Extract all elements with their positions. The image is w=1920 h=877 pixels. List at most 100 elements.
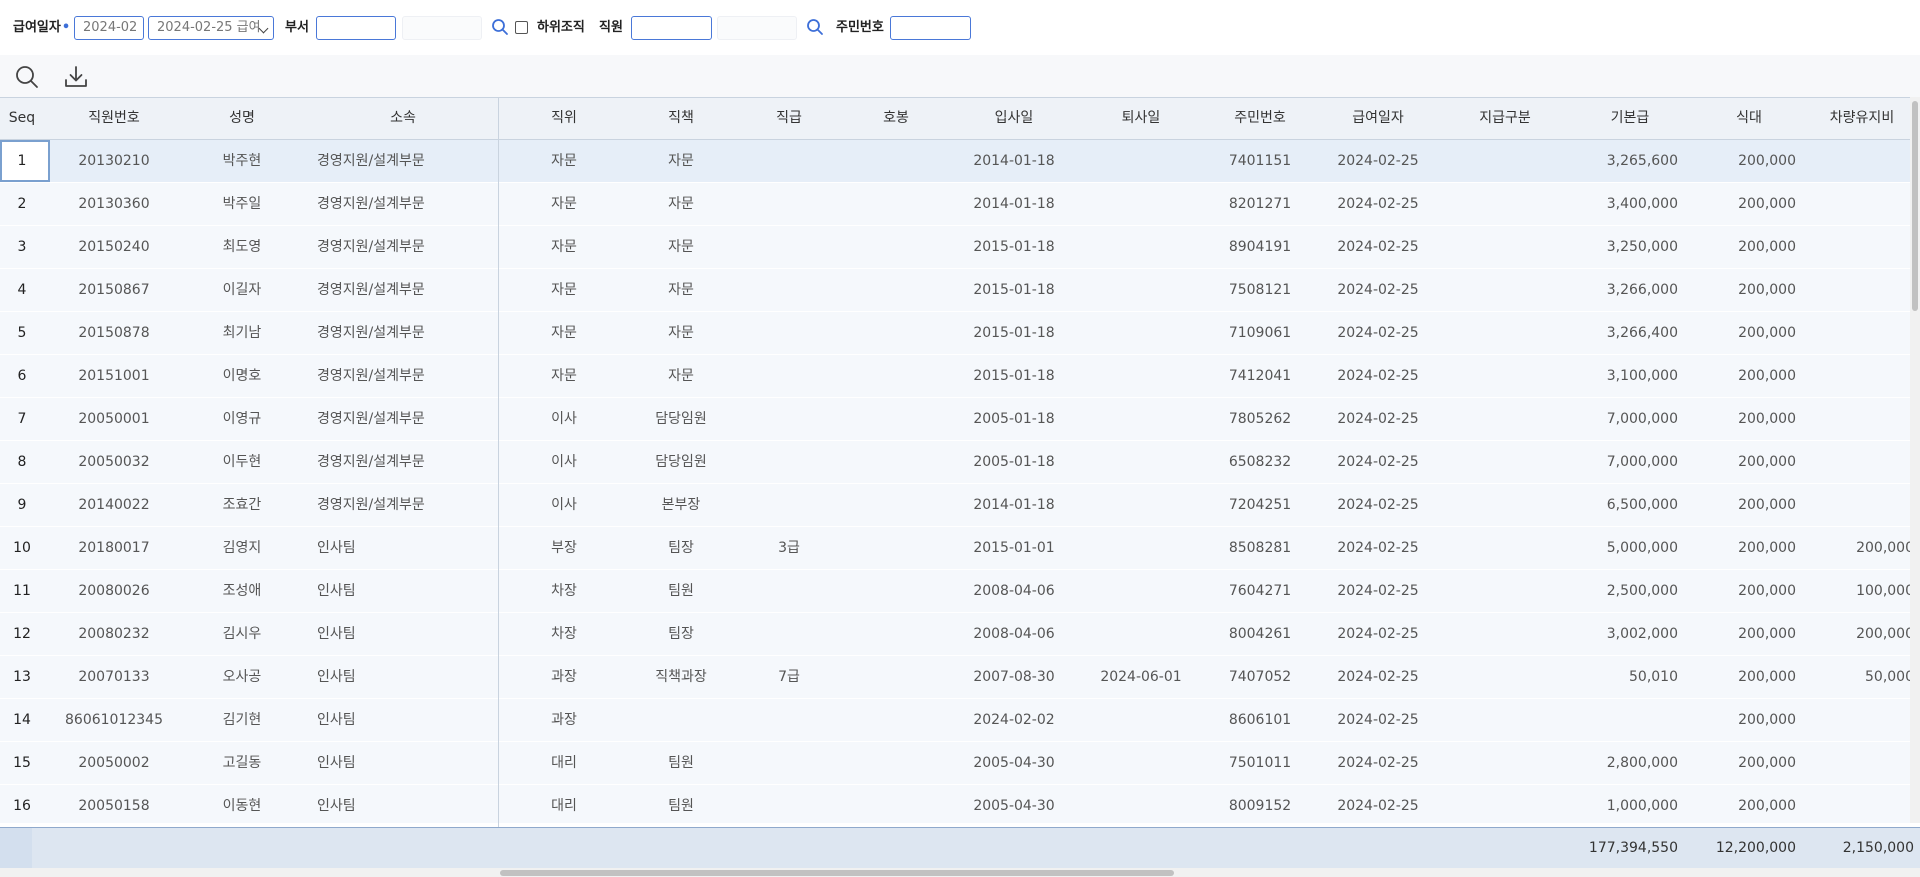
cell-name[interactable]: 이길자 <box>184 269 300 311</box>
cell-car[interactable]: 200,000 <box>1804 613 1914 655</box>
cell-hire-date[interactable]: 2005-04-30 <box>954 785 1074 823</box>
table-row[interactable]: 12 20080232 김시우 인사팀 차장 팀장 2008-04-06 8004261 202… <box>0 613 1920 656</box>
cell-step[interactable] <box>838 785 954 823</box>
cell-car[interactable] <box>1804 699 1914 741</box>
cell-grade[interactable] <box>740 441 838 483</box>
cell-position[interactable]: 이사 <box>506 398 622 440</box>
cell-duty[interactable]: 자문 <box>622 183 740 225</box>
vertical-scrollbar[interactable] <box>1910 97 1920 823</box>
table-row[interactable]: 9 20140022 조효간 경영지원/설계부문 이사 본부장 2014-01-18 7204… <box>0 484 1920 527</box>
cell-hire-date[interactable]: 2008-04-06 <box>954 613 1074 655</box>
col-header-car[interactable]: 차량유지비 <box>1804 98 1920 139</box>
cell-seq[interactable]: 13 <box>0 656 44 698</box>
cell-meal[interactable]: 200,000 <box>1694 269 1796 311</box>
cell-meal[interactable]: 200,000 <box>1694 699 1796 741</box>
col-header-hire-date[interactable]: 입사일 <box>954 98 1074 139</box>
cell-base-pay[interactable]: 3,002,000 <box>1566 613 1678 655</box>
cell-meal[interactable]: 200,000 <box>1694 355 1796 397</box>
cell-pay-date[interactable]: 2024-02-25 <box>1312 312 1444 354</box>
cell-dept[interactable]: 인사팀 <box>317 613 502 655</box>
cell-position[interactable]: 이사 <box>506 484 622 526</box>
cell-duty[interactable]: 자문 <box>622 140 740 182</box>
cell-pay-type[interactable] <box>1444 269 1566 311</box>
cell-dept[interactable]: 인사팀 <box>317 570 502 612</box>
cell-step[interactable] <box>838 527 954 569</box>
cell-duty[interactable]: 본부장 <box>622 484 740 526</box>
cell-grade[interactable] <box>740 398 838 440</box>
cell-pay-date[interactable]: 2024-02-25 <box>1312 269 1444 311</box>
col-header-resident-no[interactable]: 주민번호 <box>1208 98 1312 139</box>
cell-leave-date[interactable] <box>1074 140 1208 182</box>
cell-resident-no[interactable]: 8201271 <box>1208 183 1312 225</box>
cell-pay-date[interactable]: 2024-02-25 <box>1312 398 1444 440</box>
cell-meal[interactable]: 200,000 <box>1694 484 1796 526</box>
cell-dept[interactable]: 경영지원/설계부문 <box>317 226 502 268</box>
table-row[interactable]: 14 86061012345 김기현 인사팀 과장 2024-02-02 8606101 20… <box>0 699 1920 742</box>
cell-seq[interactable]: 10 <box>0 527 44 569</box>
cell-dept[interactable]: 경영지원/설계부문 <box>317 484 502 526</box>
cell-position[interactable]: 차장 <box>506 613 622 655</box>
cell-duty[interactable]: 자문 <box>622 355 740 397</box>
cell-leave-date[interactable] <box>1074 484 1208 526</box>
cell-base-pay[interactable]: 3,250,000 <box>1566 226 1678 268</box>
employee-code-input[interactable] <box>631 16 712 40</box>
cell-name[interactable]: 이두현 <box>184 441 300 483</box>
cell-dept[interactable]: 인사팀 <box>317 656 502 698</box>
cell-pay-date[interactable]: 2024-02-25 <box>1312 527 1444 569</box>
cell-name[interactable]: 이동현 <box>184 785 300 823</box>
cell-dept[interactable]: 경영지원/설계부문 <box>317 269 502 311</box>
cell-seq[interactable]: 15 <box>0 742 44 784</box>
cell-pay-date[interactable]: 2024-02-25 <box>1312 484 1444 526</box>
cell-emp-no[interactable]: 20050032 <box>44 441 184 483</box>
pay-date-select[interactable]: 2024-02-25 급여 <box>148 16 274 40</box>
cell-meal[interactable]: 200,000 <box>1694 183 1796 225</box>
cell-meal[interactable]: 200,000 <box>1694 527 1796 569</box>
cell-resident-no[interactable]: 7204251 <box>1208 484 1312 526</box>
cell-resident-no[interactable]: 8606101 <box>1208 699 1312 741</box>
search-icon[interactable] <box>14 64 40 90</box>
cell-base-pay[interactable]: 3,400,000 <box>1566 183 1678 225</box>
cell-name[interactable]: 박주현 <box>184 140 300 182</box>
cell-pay-type[interactable] <box>1444 226 1566 268</box>
cell-emp-no[interactable]: 20150878 <box>44 312 184 354</box>
cell-dept[interactable]: 경영지원/설계부문 <box>317 183 502 225</box>
cell-grade[interactable] <box>740 699 838 741</box>
cell-pay-type[interactable] <box>1444 527 1566 569</box>
cell-resident-no[interactable]: 7805262 <box>1208 398 1312 440</box>
dept-search-icon[interactable] <box>491 18 509 36</box>
cell-grade[interactable] <box>740 785 838 823</box>
cell-seq[interactable]: 8 <box>0 441 44 483</box>
cell-emp-no[interactable]: 20130360 <box>44 183 184 225</box>
cell-pay-type[interactable] <box>1444 140 1566 182</box>
table-row[interactable]: 1 20130210 박주현 경영지원/설계부문 자문 자문 2014-01-18 74011… <box>0 140 1920 183</box>
horizontal-scrollbar-thumb[interactable] <box>500 870 1174 876</box>
table-row[interactable]: 6 20151001 이명호 경영지원/설계부문 자문 자문 2015-01-18 74120… <box>0 355 1920 398</box>
cell-car[interactable] <box>1804 785 1914 823</box>
cell-duty[interactable]: 팀원 <box>622 785 740 823</box>
cell-name[interactable]: 김기현 <box>184 699 300 741</box>
cell-step[interactable] <box>838 656 954 698</box>
cell-dept[interactable]: 경영지원/설계부문 <box>317 312 502 354</box>
cell-resident-no[interactable]: 7407052 <box>1208 656 1312 698</box>
cell-name[interactable]: 고길동 <box>184 742 300 784</box>
cell-seq[interactable]: 2 <box>0 183 44 225</box>
cell-seq[interactable]: 4 <box>0 269 44 311</box>
cell-pay-date[interactable]: 2024-02-25 <box>1312 742 1444 784</box>
cell-duty[interactable]: 자문 <box>622 269 740 311</box>
cell-pay-type[interactable] <box>1444 656 1566 698</box>
cell-name[interactable]: 이영규 <box>184 398 300 440</box>
col-header-name[interactable]: 성명 <box>184 98 300 139</box>
cell-hire-date[interactable]: 2015-01-18 <box>954 355 1074 397</box>
cell-resident-no[interactable]: 8009152 <box>1208 785 1312 823</box>
cell-grade[interactable] <box>740 312 838 354</box>
cell-dept[interactable]: 인사팀 <box>317 527 502 569</box>
cell-car[interactable]: 200,000 <box>1804 527 1914 569</box>
cell-hire-date[interactable]: 2015-01-18 <box>954 226 1074 268</box>
cell-pay-date[interactable]: 2024-02-25 <box>1312 140 1444 182</box>
cell-meal[interactable]: 200,000 <box>1694 398 1796 440</box>
cell-leave-date[interactable] <box>1074 570 1208 612</box>
cell-emp-no[interactable]: 20050001 <box>44 398 184 440</box>
cell-hire-date[interactable]: 2015-01-18 <box>954 269 1074 311</box>
cell-pay-date[interactable]: 2024-02-25 <box>1312 355 1444 397</box>
table-row[interactable]: 13 20070133 오사공 인사팀 과장 직책과장 7급 2007-08-30 2024-0… <box>0 656 1920 699</box>
